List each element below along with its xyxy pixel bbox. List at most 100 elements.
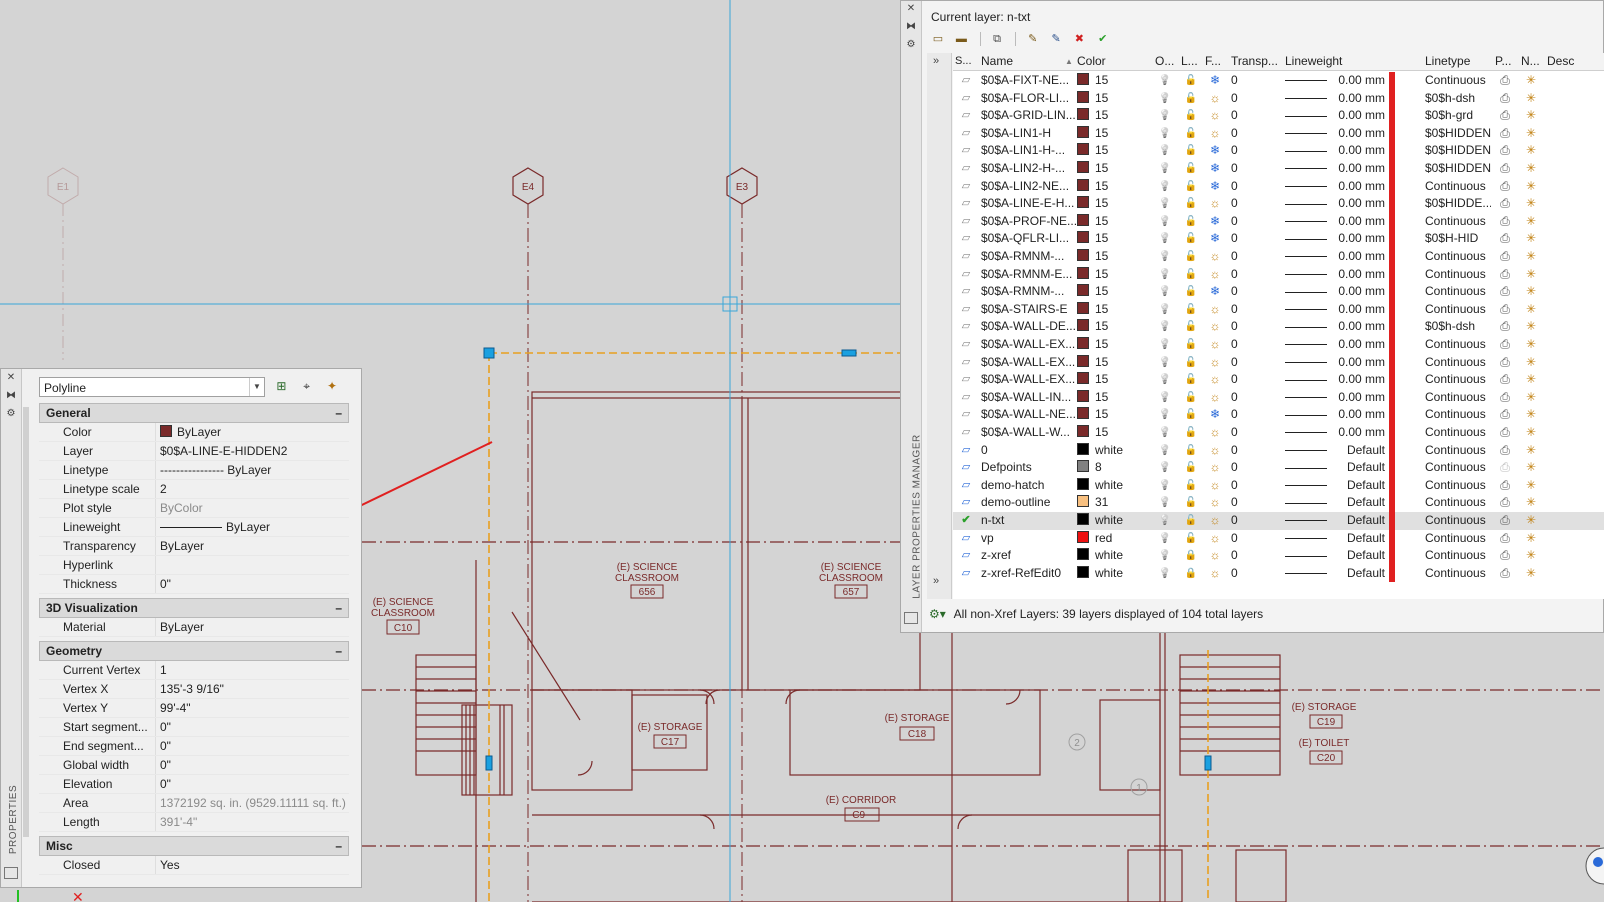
lightbulb-icon[interactable]: 💡: [1155, 107, 1175, 125]
column-header-color[interactable]: Color: [1077, 53, 1151, 71]
lock-icon[interactable]: 🔓: [1181, 107, 1201, 125]
layer-transparency[interactable]: 0: [1231, 213, 1281, 231]
layer-status-icon[interactable]: ▱: [955, 477, 977, 495]
palette-settings-icon[interactable]: ⚙: [5, 408, 17, 420]
layer-row[interactable]: ▱ $0$A-RMNM-E... 15 💡 🔓 ☼ 0 0.00 mm Continuous ⎙ ✳: [953, 265, 1604, 284]
lightbulb-icon[interactable]: 💡: [1155, 266, 1175, 284]
layer-row[interactable]: ▱ $0$A-LIN2-NE... 15 💡 🔓 ❄ 0 0.00 mm Continuous ⎙…: [953, 177, 1604, 196]
new-vp-freeze-icon[interactable]: ✳: [1521, 90, 1541, 108]
new-group-filter-icon[interactable]: ▬: [952, 31, 970, 47]
layer-properties-manager[interactable]: ✕ ⧓ ⚙ LAYER PROPERTIES MANAGER Current l…: [900, 0, 1604, 633]
layer-linetype[interactable]: Continuous: [1425, 354, 1491, 372]
properties-title-strip[interactable]: ✕ ⧓ ⚙ PROPERTIES: [1, 369, 22, 887]
property-value-cell[interactable]: 2: [156, 480, 349, 498]
layer-row[interactable]: ▱ $0$A-WALL-EX... 15 💡 🔓 ☼ 0 0.00 mm Continuous ⎙…: [953, 371, 1604, 389]
layer-transparency[interactable]: 0: [1231, 442, 1281, 460]
filter-tree-collapsed[interactable]: » »: [927, 53, 952, 599]
snowflake-icon[interactable]: ❄: [1205, 142, 1225, 160]
palette-menu-icon[interactable]: [904, 612, 918, 624]
layer-color[interactable]: 15: [1077, 318, 1151, 336]
layer-linetype[interactable]: Continuous: [1425, 477, 1491, 495]
new-vp-freeze-icon[interactable]: ✳: [1521, 248, 1541, 266]
sun-icon[interactable]: ☼: [1205, 547, 1225, 565]
layer-color[interactable]: 15: [1077, 354, 1151, 372]
layer-status-icon[interactable]: ▱: [955, 107, 977, 125]
property-value-cell[interactable]: 0": [156, 575, 349, 593]
layer-color[interactable]: 15: [1077, 336, 1151, 354]
lock-icon[interactable]: 🔓: [1181, 424, 1201, 442]
layer-transparency[interactable]: 0: [1231, 336, 1281, 354]
select-objects-icon[interactable]: ⌖: [298, 377, 316, 395]
layer-transparency[interactable]: 0: [1231, 424, 1281, 442]
lock-icon[interactable]: 🔓: [1181, 178, 1201, 196]
sun-icon[interactable]: ☼: [1205, 477, 1225, 495]
grip-midpoint-right[interactable]: [1204, 755, 1212, 771]
layer-transparency[interactable]: 0: [1231, 530, 1281, 548]
lock-icon[interactable]: 🔓: [1181, 301, 1201, 319]
layer-lineweight[interactable]: 0.00 mm: [1285, 301, 1385, 319]
printer-icon[interactable]: ⎙: [1495, 354, 1515, 372]
layer-transparency[interactable]: 0: [1231, 283, 1281, 301]
property-value-cell[interactable]: ByLayer: [156, 618, 349, 636]
layer-linetype[interactable]: Continuous: [1425, 424, 1491, 442]
new-property-filter-icon[interactable]: ▭: [929, 31, 947, 47]
layer-status-icon[interactable]: ▱: [955, 283, 977, 301]
property-row[interactable]: Area 1372192 sq. in. (9529.11111 sq. ft.): [39, 794, 349, 813]
column-header-newvp[interactable]: N...: [1521, 53, 1541, 71]
layer-name[interactable]: $0$A-RMNM-...: [981, 248, 1076, 266]
layer-status-icon[interactable]: ▱: [955, 195, 977, 213]
layer-list[interactable]: S... Name Color O... L... F... Transp... Linewe…: [953, 53, 1604, 599]
properties-palette[interactable]: ✕ ⧓ ⚙ PROPERTIES Polyline ▼ ⊞ ⌖ ✦ Genera…: [0, 368, 362, 888]
sun-icon[interactable]: ☼: [1205, 424, 1225, 442]
layer-transparency[interactable]: 0: [1231, 406, 1281, 424]
layer-color[interactable]: white: [1077, 547, 1151, 565]
lock-icon[interactable]: 🔓: [1181, 371, 1201, 389]
chevron-down-icon[interactable]: ▼: [249, 378, 264, 396]
layer-transparency[interactable]: 0: [1231, 107, 1281, 125]
layer-status-icon[interactable]: ▱: [955, 565, 977, 583]
layer-name[interactable]: $0$A-LIN2-H-...: [981, 160, 1076, 178]
lock-icon[interactable]: 🔓: [1181, 512, 1201, 530]
new-layer-icon[interactable]: ✎: [1024, 31, 1042, 47]
layer-status-icon[interactable]: ▱: [955, 547, 977, 565]
column-header-lineweight[interactable]: Lineweight: [1285, 53, 1385, 71]
layer-status-icon[interactable]: ▱: [955, 371, 977, 389]
layer-row[interactable]: ▱ $0$A-QFLR-LI... 15 💡 🔓 ❄ 0 0.00 mm $0$H-HID ⎙ ✳: [953, 230, 1604, 248]
printer-icon[interactable]: ⎙: [1495, 301, 1515, 319]
lock-icon[interactable]: 🔓: [1181, 477, 1201, 495]
layer-row[interactable]: ▱ $0$A-FIXT-NE... 15 💡 🔓 ❄ 0 0.00 mm Continuous ⎙…: [953, 72, 1604, 90]
property-row[interactable]: Lineweight ByLayer: [39, 518, 349, 537]
printer-icon[interactable]: ⎙: [1495, 266, 1515, 284]
printer-icon[interactable]: ⎙: [1495, 125, 1515, 143]
printer-icon[interactable]: ⎙: [1495, 178, 1515, 196]
layer-transparency[interactable]: 0: [1231, 389, 1281, 407]
layer-color[interactable]: 15: [1077, 178, 1151, 196]
lock-icon[interactable]: 🔓: [1181, 283, 1201, 301]
layer-name[interactable]: $0$A-FLOR-LI...: [981, 90, 1076, 108]
layer-row[interactable]: ▱ $0$A-LIN2-H-... 15 💡 🔓 ❄ 0 0.00 mm $0$HIDDEN ⎙ ✳: [953, 160, 1604, 178]
printer-icon[interactable]: ⎙: [1495, 142, 1515, 160]
lightbulb-icon[interactable]: 💡: [1155, 512, 1175, 530]
close-icon[interactable]: ✕: [5, 372, 17, 384]
section-header[interactable]: 3D Visualization –: [39, 598, 349, 618]
layer-color[interactable]: 15: [1077, 195, 1151, 213]
layer-name[interactable]: $0$A-LIN1-H: [981, 125, 1076, 143]
layer-lineweight[interactable]: 0.00 mm: [1285, 107, 1385, 125]
layer-lineweight[interactable]: 0.00 mm: [1285, 248, 1385, 266]
layer-transparency[interactable]: 0: [1231, 371, 1281, 389]
layer-lineweight[interactable]: Default: [1285, 530, 1385, 548]
layer-status-icon[interactable]: ▱: [955, 336, 977, 354]
layer-linetype[interactable]: $0$HIDDEN: [1425, 142, 1491, 160]
new-vp-freeze-icon[interactable]: ✳: [1521, 213, 1541, 231]
layer-transparency[interactable]: 0: [1231, 494, 1281, 512]
new-layer-vp-frozen-icon[interactable]: ✎: [1047, 31, 1065, 47]
layer-row[interactable]: ▱ demo-hatch white 💡 🔓 ☼ 0 Default Continuous ⎙ ✳: [953, 476, 1604, 495]
section-header[interactable]: General –: [39, 403, 349, 423]
snowflake-icon[interactable]: ❄: [1205, 283, 1225, 301]
layer-status-icon[interactable]: ▱: [955, 406, 977, 424]
layer-row[interactable]: ▱ $0$A-FLOR-LI... 15 💡 🔓 ☼ 0 0.00 mm $0$h-dsh ⎙ ✳: [953, 89, 1604, 108]
printer-icon[interactable]: ⎙: [1495, 318, 1515, 336]
collapse-icon[interactable]: –: [335, 404, 342, 422]
property-row[interactable]: Material ByLayer: [39, 618, 349, 637]
new-vp-freeze-icon[interactable]: ✳: [1521, 336, 1541, 354]
